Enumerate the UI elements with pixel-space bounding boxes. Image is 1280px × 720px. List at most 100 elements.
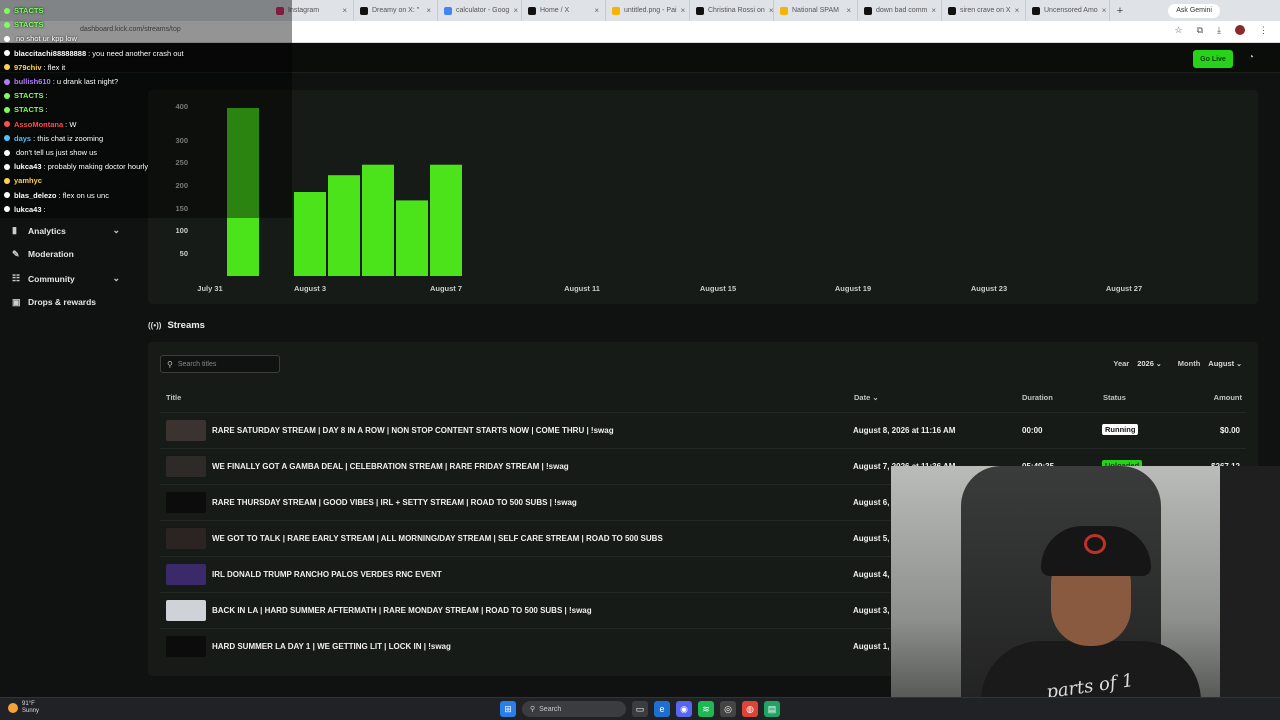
close-icon[interactable]: × (426, 6, 431, 15)
tab-list: Instagram × Dreamy on X: " × calculator - Go… (270, 0, 1110, 21)
tab-label: Uncensored Amo (1044, 7, 1098, 14)
start-icon[interactable]: ⊞ (500, 701, 516, 717)
browser-tab[interactable]: siren crave on X × (942, 0, 1026, 21)
chat-username[interactable]: blas_delezo (14, 191, 57, 200)
chat-username[interactable]: lukca43 (14, 205, 42, 214)
browser-tab[interactable]: Home / X × (522, 0, 606, 21)
chart-bar[interactable] (396, 200, 428, 276)
sidebar-item-community[interactable]: ☷ Community ⌄ (12, 273, 120, 284)
task-view-icon[interactable]: ▭ (632, 701, 648, 717)
browser-tab[interactable]: untitled.png - Pai × (606, 0, 690, 21)
stream-title: BACK IN LA | HARD SUMMER AFTERMATH | RAR… (212, 606, 592, 615)
x-tick-label: August 19 (835, 284, 871, 293)
close-icon[interactable]: × (846, 6, 851, 15)
stream-thumbnail (166, 420, 206, 441)
discord-icon[interactable]: ◉ (676, 701, 692, 717)
column-header-duration: Duration (1022, 393, 1053, 402)
download-icon[interactable]: ⤓ (1217, 25, 1221, 36)
tab-label: siren crave on X (960, 7, 1011, 14)
weather-text: 91°F Sunny (22, 701, 39, 715)
table-row[interactable]: RARE SATURDAY STREAM | DAY 8 IN A ROW | … (160, 412, 1246, 448)
extensions-icon[interactable]: ⧉ (1197, 25, 1203, 36)
chart-bar[interactable] (328, 175, 360, 276)
edge-icon[interactable]: e (654, 701, 670, 717)
close-icon[interactable]: × (931, 6, 936, 15)
close-icon[interactable]: × (769, 6, 773, 15)
go-live-button[interactable]: Go Live (1193, 50, 1233, 68)
taskbar-search[interactable]: ⚲ Search (522, 701, 626, 717)
sidebar-item-label: Moderation (28, 249, 74, 259)
chat-message: lukca43: probably making doctor hourly (4, 162, 148, 171)
search-placeholder: Search titles (177, 360, 217, 368)
column-header-date[interactable]: Date ⌄ (854, 393, 879, 402)
analytics-icon: ▮ (12, 225, 17, 235)
browser-tab[interactable]: down bad comm × (858, 0, 942, 21)
close-icon[interactable]: × (1102, 6, 1107, 15)
year-select[interactable]: 2026 ⌄ (1137, 359, 1162, 368)
chat-text: : u drank last night? (52, 77, 119, 86)
chat-username[interactable]: STACTS (14, 20, 43, 29)
menu-icon[interactable]: ⋮ (1259, 25, 1268, 36)
browser-tab[interactable]: calculator - Goog × (438, 0, 522, 21)
chat-username[interactable]: STACTS (14, 6, 43, 15)
close-icon[interactable]: × (681, 6, 686, 15)
sidebar-item-drops-rewards[interactable]: ▣ Drops & rewards (12, 297, 120, 307)
chat-username[interactable]: yamhyc (14, 176, 42, 185)
search-input[interactable]: ⚲ Search titles (160, 355, 280, 373)
browser-tab[interactable]: Dreamy on X: " × (354, 0, 438, 21)
column-header-title: Title (166, 393, 182, 402)
chat-username[interactable]: AssoMontana (14, 120, 63, 129)
close-icon[interactable]: × (1015, 6, 1020, 15)
stream-title: WE FINALLY GOT A GAMBA DEAL | CELEBRATIO… (212, 462, 569, 471)
new-tab-button[interactable]: + (1110, 5, 1130, 17)
chart-bar[interactable] (362, 164, 394, 276)
chat-username[interactable]: days (14, 134, 31, 143)
chrome-icon[interactable]: ◍ (742, 701, 758, 717)
chat-badge-icon (4, 78, 10, 85)
chat-text: : (43, 204, 46, 214)
browser-toolbar: ☆ ⧉ ⤓ ⋮ (1175, 25, 1268, 36)
cam-shelf (1220, 466, 1280, 720)
chat-badge-icon (4, 50, 10, 57)
chat-message: no shot ur kpp low (4, 34, 77, 43)
sidebar-item-moderation[interactable]: ✎ Moderation (12, 249, 120, 259)
tab-label: untitled.png - Pai (624, 7, 677, 14)
ask-gemini-button[interactable]: Ask Gemini (1168, 3, 1220, 18)
tab-label: down bad comm (876, 7, 928, 14)
chat-message: AssoMontana: W (4, 120, 76, 129)
spotify-icon[interactable]: ≋ (698, 701, 714, 717)
chat-message: STACTS: (4, 105, 48, 114)
chat-username[interactable]: STACTS (14, 105, 43, 114)
chat-username[interactable]: bullish610 (14, 77, 51, 86)
sidebar-item-analytics[interactable]: ▮ Analytics ⌄ (12, 225, 120, 236)
profile-avatar[interactable] (1235, 25, 1245, 35)
chat-message: STACTS: (4, 91, 48, 100)
go-live-label: Go Live (1200, 55, 1226, 63)
notes-icon[interactable]: ▤ (764, 701, 780, 717)
x-tick-label: July 31 (197, 284, 222, 293)
chat-badge-icon (4, 163, 10, 170)
chat-username[interactable]: blaccitachi88888888 (14, 49, 86, 58)
stream-duration: 00:00 (1022, 426, 1043, 435)
notifications-icon[interactable]: ◔ (1248, 52, 1254, 63)
chat-username[interactable]: STACTS (14, 91, 43, 100)
chart-bar[interactable] (294, 192, 326, 276)
browser-tab[interactable]: Uncensored Amo × (1026, 0, 1110, 21)
chat-username[interactable]: lukca43 (14, 162, 42, 171)
close-icon[interactable]: × (594, 6, 599, 15)
year-value: 2026 (1137, 359, 1154, 368)
month-select[interactable]: August ⌄ (1208, 359, 1242, 368)
obs-icon[interactable]: ◎ (720, 701, 736, 717)
taskbar-search-label: Search (539, 705, 562, 713)
chart-bar[interactable] (430, 164, 462, 276)
star-icon[interactable]: ☆ (1175, 25, 1183, 36)
browser-tab[interactable]: Christina Rossi on × (690, 0, 774, 21)
weather-widget[interactable]: 91°F Sunny (8, 701, 39, 715)
status-badge: Running (1102, 424, 1139, 435)
chat-username[interactable]: 979chiv (14, 63, 42, 72)
close-icon[interactable]: × (513, 6, 518, 15)
chevron-down-icon: ⌄ (1155, 361, 1162, 368)
browser-tab[interactable]: National SPAM × (774, 0, 858, 21)
chat-text: don't tell us just show us (16, 148, 98, 157)
close-icon[interactable]: × (342, 6, 347, 15)
